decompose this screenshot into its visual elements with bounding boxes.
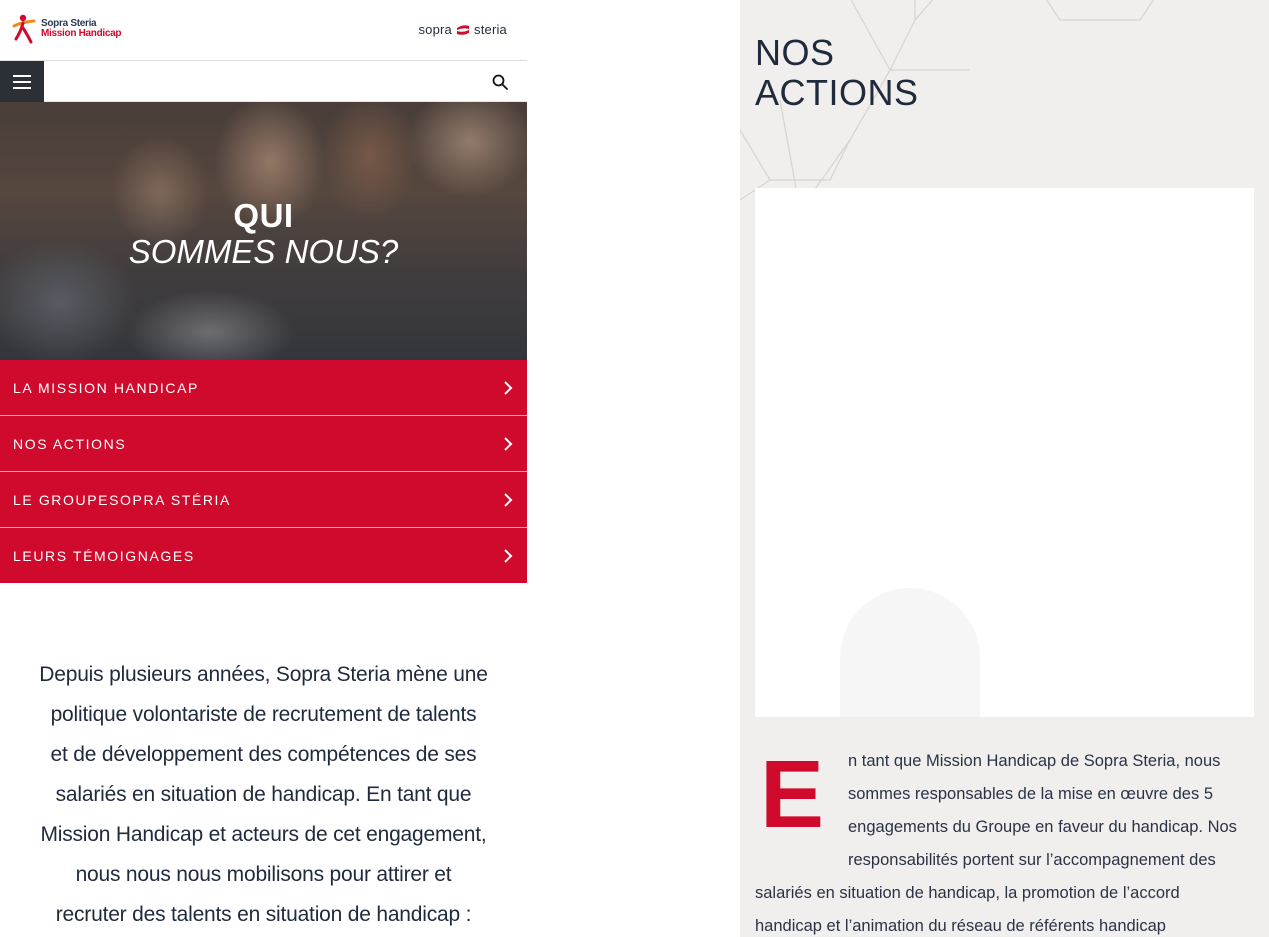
paragraph-line: salariés en situation de handicap, la pr… <box>755 884 1180 902</box>
menu-item-label: LA MISSION HANDICAP <box>13 379 199 396</box>
hero-title-line1: QUI <box>233 197 294 234</box>
paragraph-line: responsabilités portent sur l’accompagne… <box>848 851 1216 869</box>
father-daughter-photo <box>755 188 1254 717</box>
burger-line <box>13 80 31 83</box>
sopra-steria-logo[interactable]: sopra steria <box>418 22 507 37</box>
intro-line: recruter des talents en situation de han… <box>55 903 472 926</box>
intro-line: et de développement des compétences de s… <box>50 743 477 766</box>
section-title-line2: ACTIONS <box>755 72 919 113</box>
intro-line: salariés en situation de handicap. En ta… <box>55 783 472 806</box>
intro-line: Mission Handicap et acteurs de cet engag… <box>40 823 487 846</box>
chevron-right-icon <box>504 436 513 451</box>
intro-line: Depuis plusieurs années, Sopra Steria mè… <box>39 663 488 686</box>
menu-item-label: LEURS TÉMOIGNAGES <box>13 547 195 564</box>
photo-detail <box>840 588 980 717</box>
brand-left: sopra <box>418 22 452 37</box>
paragraph-line: engagements du Groupe en faveur du handi… <box>848 818 1237 836</box>
burger-line <box>13 74 31 77</box>
mission-handicap-logo[interactable]: Sopra Steria Mission Handicap <box>12 12 122 46</box>
chevron-right-icon <box>504 548 513 563</box>
search-icon[interactable] <box>491 73 509 91</box>
actions-paragraph: n tant que Mission Handicap de Sopra Ste… <box>755 745 1255 937</box>
menu-item-mission-handicap[interactable]: LA MISSION HANDICAP <box>0 360 527 416</box>
section-title: NOS ACTIONS <box>755 33 919 113</box>
section-menu: LA MISSION HANDICAP NOS ACTIONS LE GROUP… <box>0 360 527 583</box>
hero-banner: QUI SOMMES NOUS? <box>0 102 527 360</box>
menu-item-temoignages[interactable]: LEURS TÉMOIGNAGES <box>0 528 527 583</box>
paragraph-line: handicap et l’animation du réseau de réf… <box>755 917 1166 935</box>
chevron-right-icon <box>504 492 513 507</box>
logo-line2: Mission Handicap <box>41 28 122 39</box>
mission-handicap-logo-icon <box>12 14 36 44</box>
burger-line <box>13 86 31 89</box>
chevron-right-icon <box>504 380 513 395</box>
brand-right: steria <box>474 22 507 37</box>
left-page: Sopra Steria Mission Handicap sopra ster… <box>0 0 527 937</box>
intro-paragraph: Depuis plusieurs années, Sopra Steria mè… <box>0 655 527 935</box>
top-header: Sopra Steria Mission Handicap sopra ster… <box>0 0 527 61</box>
hero-title-line2: SOMMES NOUS? <box>128 233 399 270</box>
intro-line: nous nous nous mobilisons pour attirer e… <box>75 863 452 886</box>
paragraph-line: n tant que Mission Handicap de Sopra Ste… <box>848 752 1221 770</box>
menu-item-nos-actions[interactable]: NOS ACTIONS <box>0 416 527 472</box>
hero-title: QUI SOMMES NOUS? <box>0 198 527 270</box>
menu-item-label: NOS ACTIONS <box>13 435 127 452</box>
mission-handicap-logo-text: Sopra Steria Mission Handicap <box>41 19 122 39</box>
sopra-steria-mark-icon <box>457 24 469 35</box>
section-title-line1: NOS <box>755 32 835 73</box>
nav-bar <box>0 61 527 102</box>
menu-item-groupe-sopra-steria[interactable]: LE GROUPESOPRA STÉRIA <box>0 472 527 528</box>
intro-line: politique volontariste de recrutement de… <box>50 703 477 726</box>
menu-item-label: LE GROUPESOPRA STÉRIA <box>13 491 231 508</box>
paragraph-line: sommes responsables de la mise en œuvre … <box>848 785 1213 803</box>
hamburger-menu-icon[interactable] <box>0 61 44 102</box>
